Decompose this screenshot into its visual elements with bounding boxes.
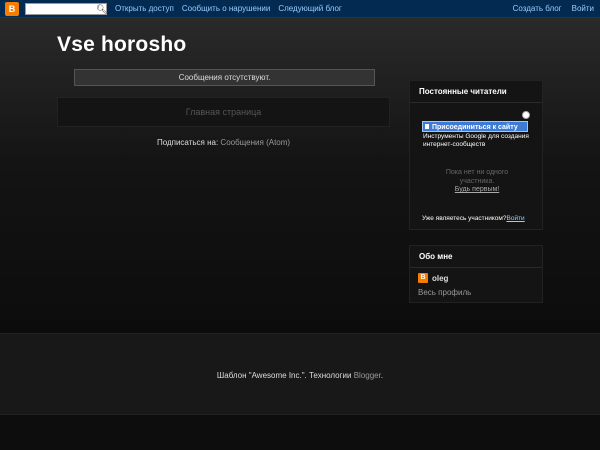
subscribe-label: Подписаться на:: [156, 138, 219, 147]
blog-pager: Главная страница: [57, 97, 390, 127]
share-link[interactable]: Открыть доступ: [115, 4, 174, 13]
navbar: B 🔍︎ Открыть доступ Сообщить о нарушении…: [0, 0, 600, 18]
blog-title[interactable]: Vse horosho: [57, 33, 186, 57]
atom-feed-link[interactable]: Сообщения (Atom): [220, 138, 290, 147]
bottom-background: [0, 416, 600, 450]
login-link[interactable]: Войти: [507, 215, 525, 222]
footer-attribution: Шаблон "Awesome Inc.". Технологии Blogge…: [0, 371, 600, 380]
no-posts-message: Сообщения отсутствуют.: [74, 69, 375, 86]
home-page-link[interactable]: Главная страница: [186, 107, 262, 117]
navbar-right: Создать блог Войти: [513, 4, 600, 13]
author-row: B oleg: [410, 268, 542, 283]
followers-widget-title: Постоянные читатели: [410, 81, 542, 103]
create-blog-link[interactable]: Создать блог: [513, 4, 562, 13]
subscribe-line: Подписаться на: Сообщения (Atom): [57, 138, 390, 147]
google-tools-text: Инструменты Google для создания интернет…: [423, 133, 529, 148]
footer-text-suffix: .: [380, 371, 384, 380]
followers-widget-body: Присоединиться к сайту Инструменты Googl…: [410, 103, 542, 233]
next-blog-link[interactable]: Следующий блог: [278, 4, 341, 13]
navbar-search: 🔍︎: [25, 2, 107, 15]
already-member-line: Уже являетесь участником?Войти: [422, 215, 540, 222]
be-first-link[interactable]: Будь первым!: [430, 186, 524, 195]
search-icon[interactable]: 🔍︎: [96, 4, 107, 14]
footer: Шаблон "Awesome Inc.". Технологии Blogge…: [0, 333, 600, 415]
join-site-button[interactable]: Присоединиться к сайту: [422, 121, 528, 132]
full-profile-link[interactable]: Весь профиль: [410, 283, 542, 302]
blogger-logo-icon[interactable]: B: [5, 1, 19, 16]
search-input[interactable]: [26, 3, 96, 14]
popup-icon[interactable]: [522, 111, 530, 119]
about-me-widget: Обо мне B oleg Весь профиль: [409, 245, 543, 303]
blogger-profile-icon: B: [418, 273, 428, 283]
blogger-link[interactable]: Blogger: [354, 371, 381, 380]
author-name-link[interactable]: oleg: [432, 274, 448, 283]
already-member-label: Уже являетесь участником?: [422, 215, 507, 222]
report-abuse-link[interactable]: Сообщить о нарушении: [182, 4, 270, 13]
no-members-text: Пока нет ни одного участника. Будь первы…: [430, 169, 524, 195]
followers-widget: Постоянные читатели Присоединиться к сай…: [409, 80, 543, 230]
footer-text-prefix: Шаблон "Awesome Inc.". Технологии: [216, 371, 352, 380]
about-me-title: Обо мне: [410, 246, 542, 268]
no-members-label: Пока нет ни одного участника.: [445, 169, 509, 185]
sign-in-link[interactable]: Войти: [572, 4, 594, 13]
